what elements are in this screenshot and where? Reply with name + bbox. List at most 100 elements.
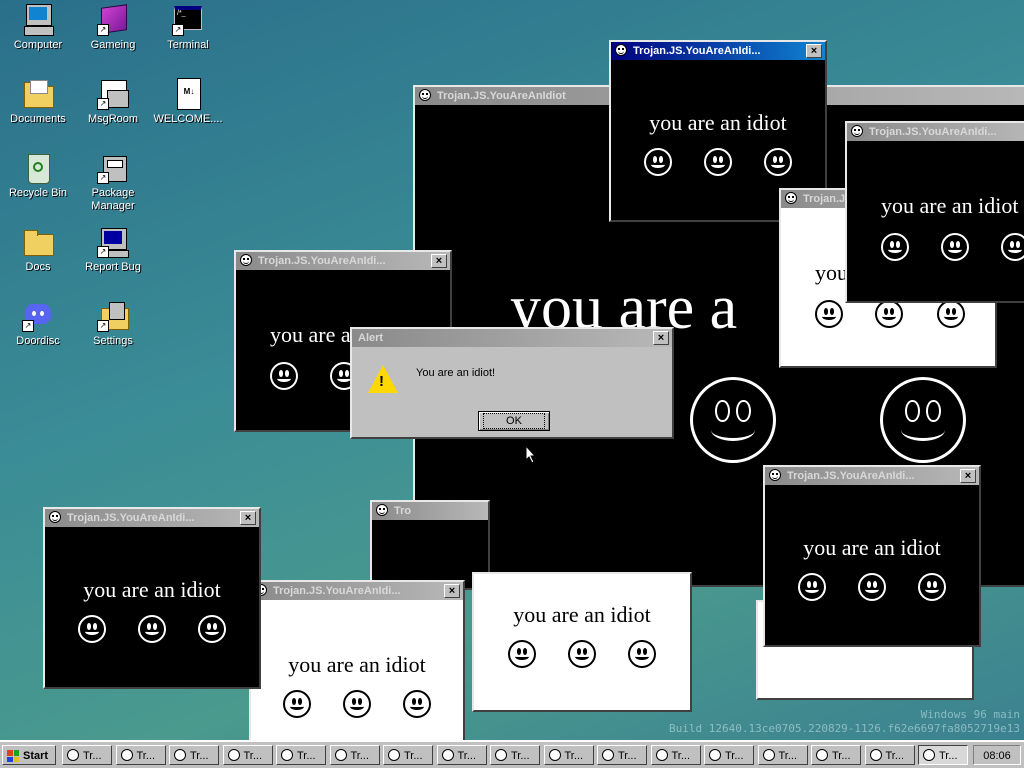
window-titlebar[interactable]: Trojan.JS.YouAreAnIdi... × xyxy=(611,42,825,60)
taskbar-task-button[interactable]: Tr... xyxy=(436,745,487,765)
taskbar-task-button[interactable]: Tr... xyxy=(383,745,433,765)
window-titlebar[interactable]: Trojan.JS.YouAreAnIdi... × xyxy=(45,509,259,527)
window-title: Trojan.JS.YouAreAnIdi... xyxy=(787,470,915,482)
terminal-icon: /*_ ↗ xyxy=(172,4,204,36)
desktop-icon-documents[interactable]: Documents xyxy=(0,78,76,126)
desktop-icon-label: Recycle Bin xyxy=(8,187,68,199)
idiot-window-white-center[interactable]: you are an idiot xyxy=(472,572,692,712)
smiley-face-icon xyxy=(941,233,969,261)
task-label: Tr... xyxy=(297,750,316,762)
taskbar-task-button[interactable]: Tr... xyxy=(650,745,701,765)
taskbar-task-button[interactable]: Tr... xyxy=(597,745,647,765)
smiley-icon xyxy=(923,749,935,761)
recycle-bin-icon xyxy=(22,152,54,184)
desktop-icon-label: Documents xyxy=(10,113,66,125)
taskbar-task-button[interactable]: Tr... xyxy=(704,745,754,765)
smiley-face-icon xyxy=(283,690,311,718)
window-titlebar[interactable]: Trojan.JS.YouAreAnIdi... xyxy=(847,123,1024,141)
taskbar-task-button[interactable]: Tr... xyxy=(757,745,808,765)
smiley-icon xyxy=(615,44,627,56)
window-message: you are a xyxy=(270,322,351,347)
idiot-window-bottom-right[interactable]: Trojan.JS.YouAreAnIdi... × you are an idi… xyxy=(763,465,981,647)
close-button[interactable]: × xyxy=(240,511,256,525)
desktop-icon-package-manager[interactable]: ↗ Package Manager xyxy=(75,152,151,213)
window-titlebar[interactable]: Trojan.JS.YouAreAnIdi... × xyxy=(236,252,450,270)
taskbar-task-button[interactable]: Tr... xyxy=(864,745,915,765)
taskbar-task-button[interactable]: Tr... xyxy=(543,745,594,765)
smiley-icon xyxy=(388,749,400,761)
desktop-icon-label: Computer xyxy=(13,39,63,51)
window-title: Trojan.JS.YouAreAnIdi... xyxy=(869,126,997,138)
desktop-icon-label: Docs xyxy=(25,261,51,273)
desktop-icon-label: Package Manager xyxy=(91,187,135,212)
alert-title: Alert xyxy=(358,332,384,344)
smiley-face-icon xyxy=(875,300,903,328)
taskbar-task-button[interactable]: Tr... xyxy=(811,745,861,765)
desktop-icon-settings[interactable]: ↗ Settings xyxy=(75,300,151,348)
window-message: you are an idiot xyxy=(649,110,787,135)
desktop-icon-docs[interactable]: Docs xyxy=(0,226,76,274)
smiley-icon xyxy=(49,511,61,523)
smiley-icon xyxy=(281,749,293,761)
desktop-icon-welcome[interactable]: M↓ WELCOME.... xyxy=(150,78,226,126)
smiley-icon xyxy=(174,749,186,761)
smiley-icon xyxy=(441,749,454,761)
taskbar-task-button[interactable]: Tr... xyxy=(918,745,968,765)
taskbar-task-button[interactable]: Tr... xyxy=(329,745,380,765)
window-message: you are an idiot xyxy=(881,193,1019,218)
taskbar-task-button[interactable]: Tr... xyxy=(222,745,273,765)
desktop-icon-report-bug[interactable]: ↗ Report Bug xyxy=(75,226,151,274)
smiley-face-icon xyxy=(798,573,826,601)
alert-titlebar[interactable]: Alert × xyxy=(352,329,672,347)
idiot-window-bottom-left[interactable]: Trojan.JS.YouAreAnIdi... × you are an idi… xyxy=(43,507,261,689)
window-message: you are an idiot xyxy=(513,602,651,627)
desktop-icon-recycle-bin[interactable]: Recycle Bin xyxy=(0,152,76,200)
close-button[interactable]: × xyxy=(653,331,669,345)
taskbar-task-button[interactable]: Tr... xyxy=(276,745,326,765)
taskbar-task-button[interactable]: Tr... xyxy=(115,745,166,765)
task-label: Tr... xyxy=(939,750,958,762)
package-manager-icon: ↗ xyxy=(97,152,129,184)
taskbar-task-button[interactable]: Tr... xyxy=(169,745,219,765)
smiley-face-icon xyxy=(343,690,371,718)
report-bug-icon: ↗ xyxy=(97,226,129,258)
task-label: Tr... xyxy=(725,750,744,762)
mouse-cursor-icon xyxy=(526,446,537,464)
start-button[interactable]: Start xyxy=(2,745,56,765)
window-titlebar[interactable]: Tro xyxy=(372,502,488,520)
desktop-icon-doordisc[interactable]: ↗ Doordisc xyxy=(0,300,76,348)
idiot-window-top-right[interactable]: Trojan.JS.YouAreAnIdi... you are an idio… xyxy=(845,121,1024,303)
smiley-icon xyxy=(376,504,388,516)
smiley-face-icon xyxy=(918,573,946,601)
task-label: Tr... xyxy=(83,750,102,762)
window-titlebar[interactable]: Trojan.JS.YouAreAnIdi... × xyxy=(765,467,979,485)
smiley-face-icon xyxy=(764,148,792,176)
taskbar-task-button[interactable]: Tr... xyxy=(490,745,540,765)
desktop-icon-computer[interactable]: Computer xyxy=(0,4,76,52)
desktop-icon-label: Settings xyxy=(93,335,133,347)
close-button[interactable]: × xyxy=(444,584,460,598)
desktop-icon-msgroom[interactable]: ↗ MsgRoom xyxy=(75,78,151,126)
taskbar: Start Tr... Tr... Tr... Tr... Tr... Tr... Tr..… xyxy=(0,740,1024,768)
idiot-window-white-bottom[interactable]: Trojan.JS.YouAreAnIdi... × you are an idi… xyxy=(249,580,465,750)
smiley-face-icon xyxy=(881,233,909,261)
desktop-icon-gameing[interactable]: ↗ Gameing xyxy=(75,4,151,52)
docs-folder-icon xyxy=(22,226,54,258)
smiley-face-icon xyxy=(644,148,672,176)
game-cube-icon: ↗ xyxy=(97,4,129,36)
taskbar-task-button[interactable]: Tr... xyxy=(62,745,112,765)
desktop-icon-terminal[interactable]: /*_ ↗ Terminal xyxy=(150,4,226,52)
close-button[interactable]: × xyxy=(806,44,822,58)
smiley-face-icon xyxy=(880,377,966,463)
smiley-icon xyxy=(120,749,133,761)
task-label: Tr... xyxy=(885,750,905,762)
smiley-face-icon xyxy=(858,573,886,601)
window-titlebar[interactable]: Trojan.JS.YouAreAnIdi... × xyxy=(251,582,463,600)
alert-dialog[interactable]: Alert × ! You are an idiot! OK xyxy=(350,327,674,439)
window-message: you are an idiot xyxy=(803,535,941,560)
desktop-icon-label: Gameing xyxy=(90,39,136,51)
close-button[interactable]: × xyxy=(960,469,976,483)
ok-button[interactable]: OK xyxy=(478,411,550,431)
smiley-face-icon xyxy=(568,640,596,668)
close-button[interactable]: × xyxy=(431,254,447,268)
